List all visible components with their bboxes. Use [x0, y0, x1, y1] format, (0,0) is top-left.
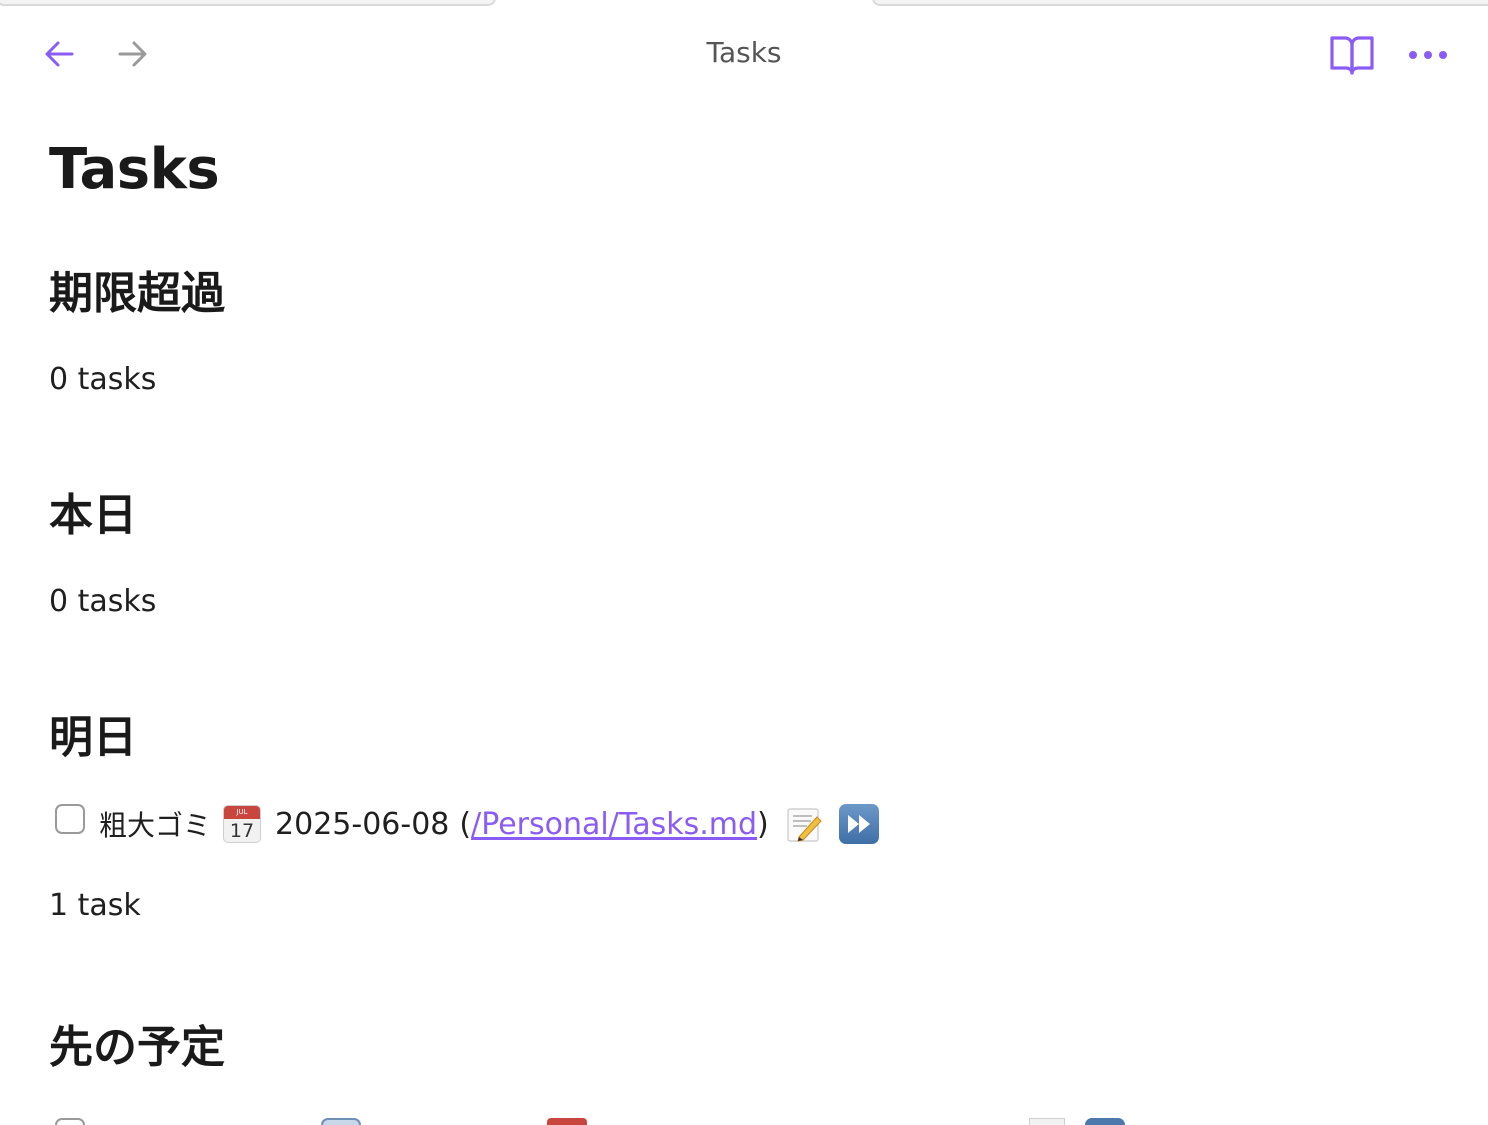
section-heading: 本日: [49, 490, 137, 541]
task-count: 1 task: [49, 888, 141, 923]
memo-icon[interactable]: [1029, 1118, 1065, 1125]
section-tomorrow: 明日 粗大ゴミ JUL 17 2025-06-08 ( /Personal/Ta…: [49, 710, 879, 926]
fast-forward-icon[interactable]: [838, 804, 879, 844]
view-header: Tasks: [0, 20, 1488, 90]
task-count: 0 tasks: [49, 584, 157, 619]
task-checkbox[interactable]: [55, 1118, 85, 1125]
page-title: Tasks: [49, 137, 220, 202]
repeat-icon: [321, 1118, 361, 1125]
book-open-icon: [1330, 36, 1374, 75]
task-description: 粗大ゴミ: [99, 809, 212, 842]
task-count: 0 tasks: [49, 362, 157, 397]
tab-right[interactable]: [872, 0, 1488, 6]
calendar-icon: [547, 1118, 587, 1125]
task-item: 粗大ゴミ JUL 17 2025-06-08 ( /Personal/Tasks…: [49, 800, 879, 848]
paren-open: (: [459, 806, 472, 842]
memo-icon[interactable]: [785, 805, 823, 843]
task-checkbox[interactable]: [55, 804, 85, 834]
section-today: 本日 0 tasks: [49, 488, 156, 622]
more-horizontal-icon: [1409, 51, 1447, 59]
section-overdue: 期限超過 0 tasks: [49, 266, 225, 400]
section-heading: 先の予定: [49, 1022, 225, 1073]
section-heading: 期限超過: [49, 268, 225, 319]
paren-close: ): [757, 806, 769, 842]
more-options-button[interactable]: [1404, 32, 1452, 78]
section-upcoming: 先の予定: [49, 1020, 1449, 1125]
tab-left[interactable]: [0, 0, 496, 6]
task-file-link[interactable]: /Personal/Tasks.md: [471, 807, 757, 842]
section-heading: 明日: [49, 712, 137, 763]
task-due-date: 2025-06-08: [275, 806, 450, 842]
upcoming-task-row-partial: [49, 1118, 1449, 1125]
tab-strip: [0, 0, 1488, 6]
calendar-icon: JUL 17: [223, 805, 262, 843]
note-content: Tasks 期限超過 0 tasks 本日 0 tasks 明日 粗大ゴミ JU…: [49, 130, 1448, 1125]
app-window: Tasks Tasks 期限超過 0 tasks 本日 0 tasks 明日 粗…: [0, 0, 1488, 1125]
reading-view-button[interactable]: [1326, 32, 1378, 78]
fast-forward-icon[interactable]: [1085, 1118, 1125, 1125]
view-header-title[interactable]: Tasks: [0, 36, 1488, 69]
